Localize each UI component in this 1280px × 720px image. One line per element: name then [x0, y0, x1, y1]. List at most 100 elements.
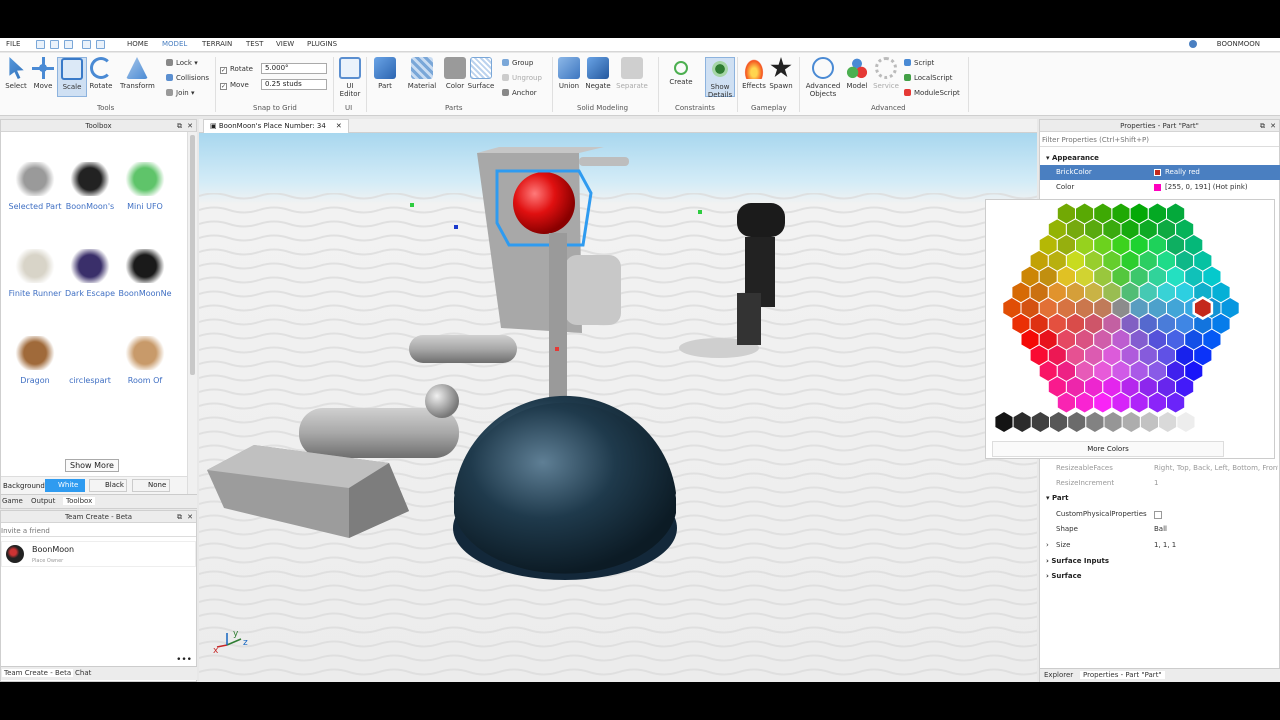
shape-row[interactable]: Shape Ball	[1040, 522, 1280, 537]
toolbox-scrollbar[interactable]	[187, 132, 197, 494]
collisions-button[interactable]: Collisions	[166, 74, 209, 82]
modulescript-button[interactable]: ModuleScript	[904, 89, 960, 97]
ball-part[interactable]	[425, 384, 459, 418]
part-section[interactable]: ▾ Part	[1046, 494, 1068, 502]
size-row[interactable]: › Size 1, 1, 1	[1040, 538, 1280, 553]
tab-chat[interactable]: Chat	[75, 669, 91, 677]
bg-white-option[interactable]: White	[45, 479, 85, 492]
brickcolor-row[interactable]: BrickColor Really red	[1040, 165, 1280, 180]
gray-hex[interactable]	[994, 410, 1014, 434]
toolbox-item[interactable]: Finite Runner	[7, 249, 63, 298]
paste-icon[interactable]	[96, 40, 105, 49]
character-head[interactable]	[737, 203, 785, 237]
group-button[interactable]: Group	[502, 59, 533, 67]
close-icon[interactable]: ✕	[187, 120, 193, 132]
resizeable-faces-row[interactable]: ResizeableFaces Right, Top, Back, Left, …	[1040, 461, 1280, 476]
custom-physical-row[interactable]: CustomPhysicalProperties	[1040, 507, 1280, 522]
hex-color-grid[interactable]	[986, 200, 1274, 440]
surface-section[interactable]: › Surface	[1046, 572, 1081, 580]
toolbox-item[interactable]: Dragon	[7, 336, 63, 385]
lock-button[interactable]: Lock ▾	[166, 59, 198, 67]
custom-physical-checkbox[interactable]	[1154, 511, 1162, 519]
tab-toolbox[interactable]: Toolbox	[63, 497, 96, 505]
tab-output[interactable]: Output	[31, 497, 55, 505]
advanced-objects-button[interactable]: Advanced Objects	[805, 57, 841, 98]
rotate-snap-toggle[interactable]: ✓ Rotate	[220, 65, 253, 74]
gray-hex[interactable]	[1030, 410, 1050, 434]
cylinder-part[interactable]	[409, 335, 517, 363]
tab-view[interactable]: VIEW	[276, 40, 294, 48]
gray-hex[interactable]	[1139, 410, 1160, 434]
invite-input[interactable]	[1, 525, 196, 537]
show-details-button[interactable]: Show Details	[705, 57, 735, 99]
scale-tool-button[interactable]: Scale	[57, 57, 87, 97]
toolbox-item[interactable]: Mini UFO	[117, 162, 173, 211]
copy-icon[interactable]	[82, 40, 91, 49]
toolbox-item[interactable]: circlespart	[62, 336, 118, 385]
toolbox-item[interactable]: Selected Part	[7, 162, 63, 211]
effects-button[interactable]: Effects	[739, 57, 769, 97]
gray-hex[interactable]	[1158, 410, 1178, 434]
user-row[interactable]: BoonMoon Place Owner	[1, 541, 196, 567]
dock-icon[interactable]: ⧉	[1260, 120, 1265, 132]
color-hex[interactable]	[1220, 296, 1240, 320]
tab-terrain[interactable]: TERRAIN	[202, 40, 232, 48]
bg-none-option[interactable]: None	[132, 479, 170, 492]
part-button[interactable]: Part	[370, 57, 400, 97]
service-button[interactable]: Service	[871, 57, 901, 97]
selected-ball[interactable]	[513, 172, 575, 234]
rounded-block[interactable]	[565, 255, 621, 325]
close-icon[interactable]: ✕	[1270, 120, 1276, 132]
union-button[interactable]: Union	[554, 57, 584, 97]
move-tool-button[interactable]: Move	[28, 57, 58, 97]
tab-model[interactable]: MODEL	[162, 40, 187, 48]
tab-game[interactable]: Game	[2, 497, 23, 505]
toolbox-item[interactable]: Room Of	[117, 336, 173, 385]
dock-icon[interactable]: ⧉	[177, 120, 182, 132]
tab-explorer[interactable]: Explorer	[1044, 671, 1073, 679]
move-snap-field[interactable]: 0.25 studs	[261, 79, 327, 90]
gray-hex[interactable]	[1103, 410, 1123, 434]
3d-viewport[interactable]: x y z	[199, 133, 1037, 682]
gray-hex[interactable]	[1176, 410, 1196, 434]
close-icon[interactable]: ✕	[187, 511, 193, 523]
rotate-tool-button[interactable]: Rotate	[86, 57, 116, 97]
negate-button[interactable]: Negate	[583, 57, 613, 97]
tab-home[interactable]: HOME	[127, 40, 148, 48]
toolbox-item[interactable]: BoonMoon's	[62, 162, 118, 211]
pole-cylinder[interactable]	[549, 233, 567, 403]
gray-hex[interactable]	[1067, 410, 1087, 434]
more-icon[interactable]: •••	[176, 655, 192, 665]
user-name[interactable]: BOONMOON	[1217, 40, 1260, 48]
tab-plugins[interactable]: PLUGINS	[307, 40, 337, 48]
transform-tool-button[interactable]: Transform	[120, 57, 155, 97]
toolbox-item[interactable]: BoonMoonNe	[117, 249, 173, 298]
expand-icon[interactable]: ›	[1046, 538, 1049, 553]
localscript-button[interactable]: LocalScript	[904, 74, 952, 82]
filter-properties-input[interactable]	[1040, 134, 1279, 147]
more-colors-button[interactable]: More Colors	[992, 441, 1224, 457]
join-button[interactable]: Join ▾	[166, 89, 194, 97]
ungroup-button[interactable]: Ungroup	[502, 74, 542, 82]
gray-hex[interactable]	[1121, 410, 1141, 434]
new-icon[interactable]	[36, 40, 45, 49]
ui-editor-button[interactable]: UI Editor	[335, 57, 365, 98]
file-menu[interactable]: FILE	[6, 40, 20, 48]
gray-hex[interactable]	[1085, 410, 1105, 434]
gray-hex[interactable]	[1049, 410, 1069, 434]
bg-black-option[interactable]: Black	[89, 479, 127, 492]
toolbox-item[interactable]: Dark Escape	[62, 249, 118, 298]
scrollbar-thumb[interactable]	[190, 135, 195, 375]
separate-button[interactable]: Separate	[615, 57, 649, 97]
select-tool-button[interactable]: Select	[1, 57, 31, 97]
undo-icon[interactable]	[50, 40, 59, 49]
rotate-snap-field[interactable]: 5.000°	[261, 63, 327, 74]
spawn-button[interactable]: Spawn	[766, 57, 796, 97]
place-tab[interactable]: ▣ BoonMoon's Place Number: 34 ✕	[203, 119, 349, 133]
material-button[interactable]: Material	[404, 57, 440, 97]
tab-team-create[interactable]: Team Create - Beta	[2, 669, 74, 677]
anchor-button[interactable]: Anchor	[502, 89, 537, 97]
redo-icon[interactable]	[64, 40, 73, 49]
selected-color-hex[interactable]	[1192, 296, 1214, 320]
tab-test[interactable]: TEST	[246, 40, 263, 48]
